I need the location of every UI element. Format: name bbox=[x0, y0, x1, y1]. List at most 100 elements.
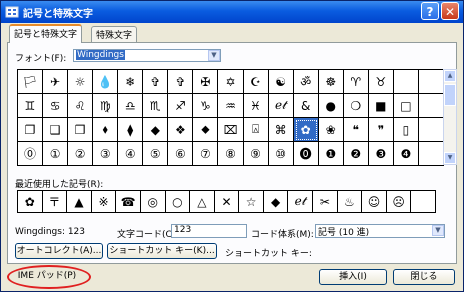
symbol-cell[interactable]: ☯ bbox=[268, 70, 294, 94]
scroll-up-icon[interactable]: ▲ bbox=[444, 70, 456, 82]
symbol-cell[interactable]: ● bbox=[318, 94, 344, 118]
symbol-cell[interactable]: ⑧ bbox=[218, 142, 244, 166]
selected-symbol-cell[interactable]: ✿ bbox=[293, 118, 319, 142]
symbol-cell[interactable]: ❝ bbox=[343, 118, 369, 142]
symbol-cell[interactable]: ♑ bbox=[193, 94, 219, 118]
symbol-cell[interactable]: ❄ bbox=[118, 70, 144, 94]
recent-symbol-cell[interactable]: ✂ bbox=[313, 191, 338, 213]
symbol-cell[interactable]: ❞ bbox=[368, 118, 394, 142]
symbol-cell[interactable]: ☸ bbox=[318, 70, 344, 94]
recent-symbol-cell[interactable]: 〒 bbox=[42, 191, 68, 213]
symbol-cell[interactable]: ✞ bbox=[143, 70, 169, 94]
symbol-cell[interactable]: ① bbox=[43, 142, 69, 166]
recent-symbol-cell[interactable]: ☎ bbox=[116, 191, 141, 213]
symbol-cell[interactable]: ■ bbox=[368, 94, 394, 118]
scroll-thumb[interactable] bbox=[444, 84, 456, 106]
recent-symbol-cell[interactable] bbox=[411, 191, 436, 213]
symbol-grid[interactable]: 🏳 ✈ ☼ 💧 ❄ ✞ ✞ ✠ ✡ ☪ ☯ ॐ ☸ ♈ ♉ ♊ ♋ ♌ ♍ ♎ ♏ ♐ ♑ ♒ ♓ ℯ𝓉 & ● ❍ ■ □ ❐ ❑ ❒ ⬧ ⧫ ◆ ❖ ⬥… bbox=[17, 69, 444, 166]
shortcut-key-button[interactable]: ショートカット キー(K)... bbox=[107, 243, 217, 259]
symbol-cell[interactable]: ⓿ bbox=[293, 142, 319, 166]
symbol-cell[interactable]: ⬧ bbox=[93, 118, 119, 142]
symbol-cell[interactable]: ❸ bbox=[368, 142, 394, 166]
symbol-cell[interactable]: ❖ bbox=[168, 118, 194, 142]
symbol-cell[interactable]: ♉ bbox=[368, 70, 394, 94]
recent-symbol-cell[interactable]: ♨ bbox=[337, 191, 363, 213]
symbol-cell[interactable]: ⑨ bbox=[243, 142, 269, 166]
symbol-cell[interactable]: ⬥ bbox=[193, 118, 219, 142]
symbol-cell[interactable]: ♈ bbox=[343, 70, 369, 94]
symbol-cell[interactable]: ⑤ bbox=[143, 142, 169, 166]
recent-symbol-cell[interactable]: ▲ bbox=[67, 191, 92, 213]
recent-symbol-cell[interactable]: ☆ bbox=[239, 191, 264, 213]
symbol-cell[interactable]: ④ bbox=[118, 142, 144, 166]
recent-symbol-cell[interactable]: ◆ bbox=[263, 191, 289, 213]
symbol-cell[interactable]: ⑦ bbox=[193, 142, 219, 166]
font-dropdown-chevron-icon[interactable]: ▼ bbox=[208, 50, 220, 61]
char-code-input[interactable]: 123 bbox=[171, 224, 247, 238]
symbol-cell[interactable]: ⌧ bbox=[218, 118, 244, 142]
code-system-chevron-down-icon[interactable]: ▼ bbox=[432, 225, 444, 236]
symbol-grid-scrollbar[interactable]: ▲ ▼ bbox=[443, 69, 457, 165]
symbol-cell[interactable] bbox=[418, 70, 444, 94]
close-button[interactable]: 閉じる bbox=[393, 269, 455, 285]
autocorrect-button[interactable]: オートコレクト(A)... bbox=[15, 243, 103, 259]
symbol-cell[interactable]: ☪ bbox=[243, 70, 269, 94]
recent-symbol-cell[interactable]: ※ bbox=[91, 191, 117, 213]
symbol-cell[interactable]: ✡ bbox=[218, 70, 244, 94]
symbol-cell[interactable]: ☼ bbox=[68, 70, 94, 94]
recent-symbol-cell[interactable]: ✕ bbox=[214, 191, 240, 213]
code-system-select[interactable]: 記号 (10 進) ▼ bbox=[315, 224, 445, 238]
symbol-cell[interactable]: ◆ bbox=[143, 118, 169, 142]
symbol-cell[interactable]: ✠ bbox=[193, 70, 219, 94]
symbol-cell[interactable]: ♊ bbox=[18, 94, 44, 118]
symbol-cell[interactable]: ♋ bbox=[43, 94, 69, 118]
font-select[interactable]: Wingdings ▼ bbox=[73, 49, 221, 62]
insert-button[interactable]: 挿入(I) bbox=[319, 269, 387, 285]
symbol-cell[interactable]: ❑ bbox=[43, 118, 69, 142]
symbol-cell[interactable]: □ bbox=[393, 94, 419, 118]
symbol-cell[interactable] bbox=[393, 70, 419, 94]
symbol-cell[interactable]: ♌ bbox=[68, 94, 94, 118]
symbol-cell[interactable]: ⓪ bbox=[18, 142, 44, 166]
recent-symbol-cell[interactable]: ✿ bbox=[18, 191, 43, 213]
symbol-cell[interactable]: ♐ bbox=[168, 94, 194, 118]
recent-symbol-cell[interactable]: △ bbox=[190, 191, 215, 213]
scroll-down-icon[interactable]: ▼ bbox=[444, 152, 456, 164]
symbol-cell[interactable]: ❶ bbox=[318, 142, 344, 166]
symbol-cell[interactable]: ❷ bbox=[343, 142, 369, 166]
symbol-cell[interactable]: ❒ bbox=[68, 118, 94, 142]
help-button[interactable]: ? bbox=[421, 2, 439, 20]
symbol-cell[interactable]: & bbox=[293, 94, 319, 118]
symbol-cell[interactable]: ▯ bbox=[393, 118, 419, 142]
symbol-cell[interactable] bbox=[418, 118, 444, 142]
symbol-cell[interactable]: ❹ bbox=[393, 142, 419, 166]
symbol-cell[interactable]: ❍ bbox=[343, 94, 369, 118]
symbol-cell[interactable] bbox=[418, 94, 444, 118]
symbol-cell[interactable]: ♍ bbox=[93, 94, 119, 118]
symbol-cell[interactable]: ⌘ bbox=[268, 118, 294, 142]
recent-symbol-cell[interactable]: ☹ bbox=[386, 191, 412, 213]
symbol-cell[interactable]: ♎ bbox=[118, 94, 144, 118]
symbol-cell[interactable]: ③ bbox=[93, 142, 119, 166]
symbol-cell[interactable]: ॐ bbox=[293, 70, 319, 94]
symbol-cell[interactable]: ⑥ bbox=[168, 142, 194, 166]
symbol-cell[interactable] bbox=[418, 142, 444, 166]
tab-symbols[interactable]: 記号と特殊文字 bbox=[9, 24, 83, 43]
recent-symbol-cell[interactable]: ○ bbox=[165, 191, 191, 213]
recent-symbol-cell[interactable]: ℯ𝓉 bbox=[288, 191, 314, 213]
symbol-cell[interactable]: ⍓ bbox=[243, 118, 269, 142]
recent-symbol-cell[interactable]: ☺ bbox=[362, 191, 387, 213]
symbol-cell[interactable]: ⧫ bbox=[118, 118, 144, 142]
symbol-cell[interactable]: ② bbox=[68, 142, 94, 166]
symbol-cell[interactable]: ❀ bbox=[318, 118, 344, 142]
symbol-cell[interactable]: ✈ bbox=[43, 70, 69, 94]
symbol-cell[interactable]: ℯ𝓉 bbox=[268, 94, 294, 118]
tab-special-characters[interactable]: 特殊文字 bbox=[91, 26, 138, 42]
recent-symbol-cell[interactable]: ◎ bbox=[140, 191, 166, 213]
close-window-button[interactable]: ✕ bbox=[441, 2, 459, 20]
symbol-cell[interactable]: ✞ bbox=[168, 70, 194, 94]
symbol-cell[interactable]: 🏳 bbox=[18, 70, 44, 94]
symbol-cell[interactable]: ♒ bbox=[218, 94, 244, 118]
recent-symbols-grid[interactable]: ✿ 〒 ▲ ※ ☎ ◎ ○ △ ✕ ☆ ◆ ℯ𝓉 ✂ ♨ ☺ ☹ bbox=[17, 190, 436, 213]
symbol-cell[interactable]: 💧 bbox=[93, 70, 119, 94]
